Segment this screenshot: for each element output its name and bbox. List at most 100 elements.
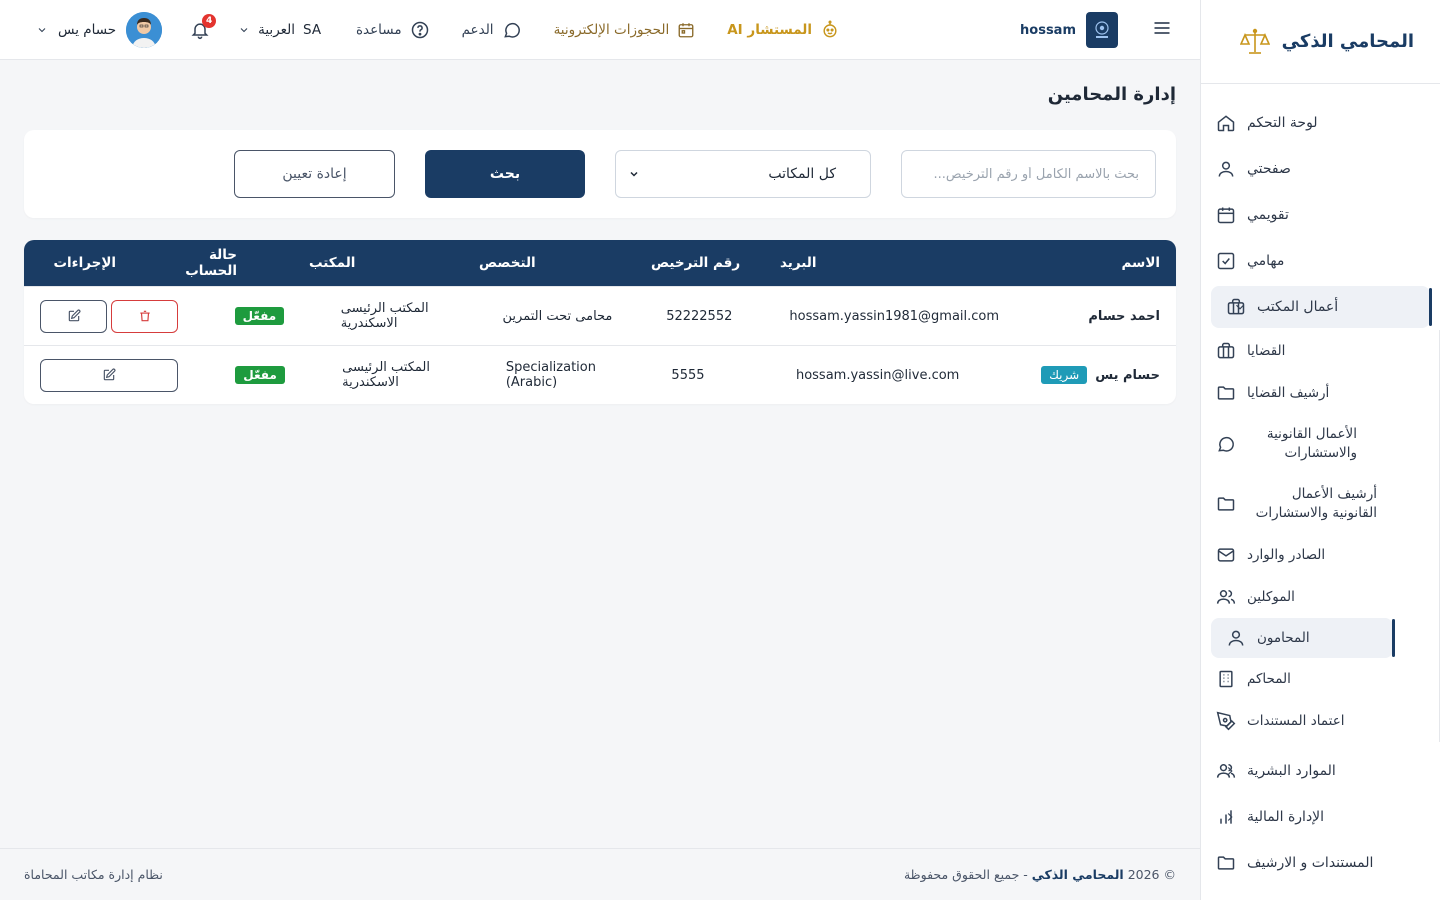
- sidebar-item-cases-archive[interactable]: أرشيف القضايا: [1201, 372, 1409, 414]
- search-button[interactable]: بحث: [425, 150, 585, 198]
- notification-badge: 4: [202, 14, 217, 28]
- column-header-license: رقم الترخيص: [651, 255, 741, 271]
- sidebar-brand[interactable]: المحامي الذكي: [1201, 0, 1440, 84]
- cell-license: 52222552: [666, 308, 733, 324]
- sidebar-brand-name: المحامي الذكي: [1281, 31, 1414, 52]
- sidebar-item-label: أعمال المكتب: [1257, 299, 1339, 315]
- chevron-down-icon: [1233, 300, 1247, 314]
- sidebar-item-label: لوحة التحكم: [1247, 115, 1318, 131]
- office-brand[interactable]: hossam: [1020, 12, 1118, 48]
- copyright-prefix: © 2026: [1127, 867, 1176, 882]
- trash-icon: [138, 309, 152, 323]
- robot-icon: [820, 20, 840, 40]
- sidebar-item-label: الموارد البشرية: [1247, 763, 1336, 779]
- sidebar-item-label: الأعمال القانونية والاستشارات: [1266, 426, 1357, 461]
- column-header-email: البريد: [780, 255, 817, 271]
- sidebar-item-documents-archive[interactable]: المستندات و الارشيف: [1201, 840, 1440, 886]
- copyright-suffix: - جميع الحقوق محفوظة: [903, 867, 1028, 882]
- cell-actions: [24, 358, 194, 392]
- briefcase-icon: [1215, 340, 1237, 362]
- footer-system-name: نظام إدارة مكاتب المحاماة: [24, 867, 163, 882]
- cell-specialization: محامى تحت التمرين: [502, 308, 613, 324]
- help-circle-icon: [410, 20, 430, 40]
- edit-button[interactable]: [39, 358, 178, 392]
- sidebar-item-correspondence[interactable]: الصادر والوارد: [1201, 534, 1409, 576]
- sidebar-item-office-work[interactable]: أعمال المكتب: [1211, 286, 1432, 328]
- cell-specialization: Specialization (Arabic): [505, 360, 596, 390]
- main-content: إدارة المحامين كل المكاتب بحث إعادة تعيي…: [0, 60, 1200, 848]
- cell-office: المكتب الرئيسى الاسكندرية: [342, 360, 430, 390]
- header-right-tools: حسام يس 4 SA العربية: [36, 0, 321, 60]
- sidebar-submenu-office-work: القضايا أرشيف القضايا الأعمال القانونية …: [1201, 330, 1440, 742]
- sidebar-item-legal-works[interactable]: الأعمال القانونية والاستشارات: [1201, 414, 1409, 474]
- sidebar-item-calendar[interactable]: تقويمي: [1201, 192, 1440, 238]
- sidebar-item-label: الصادر والوارد: [1247, 547, 1326, 563]
- chevron-down-icon: [238, 24, 250, 36]
- status-badge: مفعّل: [235, 366, 285, 384]
- check-square-icon: [1215, 250, 1237, 272]
- delete-button[interactable]: [111, 299, 178, 333]
- column-header-specialization: التخصص: [479, 255, 536, 271]
- sidebar-item-hr[interactable]: الموارد البشرية: [1201, 748, 1440, 794]
- language-selector[interactable]: SA العربية: [238, 22, 321, 38]
- support-label: الدعم: [461, 22, 494, 38]
- mail-icon: [1215, 544, 1237, 566]
- office-logo-icon: [1086, 12, 1118, 48]
- cell-office: المكتب الرئيسى الاسكندرية: [340, 301, 429, 331]
- ai-advisor-link[interactable]: المستشار AI: [727, 20, 840, 40]
- user-menu[interactable]: حسام يس: [36, 12, 163, 48]
- lawyer-name: حسام يس: [1095, 367, 1160, 383]
- sidebar-item-label: المحامون: [1257, 630, 1310, 646]
- sidebar-item-label: صفحتي: [1247, 161, 1291, 177]
- home-icon: [1215, 112, 1237, 134]
- column-header-office: المكتب: [309, 255, 356, 271]
- partner-badge: شريك: [1041, 366, 1088, 384]
- chevron-down-icon: [36, 24, 48, 36]
- user-icon: [1225, 627, 1247, 649]
- sidebar-item-cases[interactable]: القضايا: [1201, 330, 1409, 372]
- office-select[interactable]: كل المكاتب: [615, 150, 871, 198]
- sidebar-item-lawyers[interactable]: المحامون: [1211, 618, 1395, 658]
- avatar: [126, 12, 163, 48]
- language-code: SA: [303, 22, 322, 38]
- lawyer-name: احمد حسام: [1088, 308, 1160, 324]
- table-row: حسام يس شريك hossam.yassin@live.com 5555…: [24, 345, 1176, 404]
- sidebar-item-clients[interactable]: الموكلين: [1201, 576, 1409, 618]
- sidebar-item-finance[interactable]: الإدارة المالية: [1201, 794, 1440, 840]
- sidebar-item-courts[interactable]: المحاكم: [1201, 658, 1409, 700]
- cell-status: مفعّل: [194, 307, 325, 325]
- lawyers-table: الاسم البريد رقم الترخيص التخصص المكتب ح…: [24, 240, 1176, 404]
- cell-name: حسام يس شريك: [993, 366, 1176, 384]
- footer-copyright: © 2026 المحامي الذكي - جميع الحقوق محفوظ…: [904, 867, 1176, 882]
- menu-icon[interactable]: [1152, 18, 1172, 38]
- chevron-down-icon: [628, 168, 640, 180]
- search-input[interactable]: [901, 150, 1156, 198]
- sidebar-item-legal-works-archive[interactable]: أرشيف الأعمال القانونية والاستشارات: [1201, 474, 1409, 534]
- sidebar-item-document-approval[interactable]: اعتماد المستندات: [1201, 700, 1409, 742]
- sidebar-item-label: اعتماد المستندات: [1247, 713, 1345, 729]
- cell-email: hossam.yassin1981@gmail.com: [789, 308, 1000, 324]
- sidebar-item-tasks[interactable]: مهامي: [1201, 238, 1440, 284]
- sidebar-item-profile[interactable]: صفحتي: [1201, 146, 1440, 192]
- sidebar-item-dashboard[interactable]: لوحة التحكم: [1201, 100, 1440, 146]
- help-link[interactable]: مساعدة: [356, 20, 430, 40]
- help-label: مساعدة: [355, 22, 402, 38]
- edit-button[interactable]: [40, 299, 107, 333]
- sidebar-nav: لوحة التحكم صفحتي تقويمي مهامي أعمال الم…: [1201, 84, 1440, 886]
- sidebar-item-label: أرشيف الأعمال القانونية والاستشارات: [1255, 486, 1377, 521]
- copyright-brand: المحامي الذكي: [1031, 867, 1124, 882]
- reset-button[interactable]: إعادة تعيين: [234, 150, 395, 198]
- bookings-link[interactable]: الحجوزات الإلكترونية: [554, 21, 696, 39]
- cell-email: hossam.yassin@live.com: [795, 367, 960, 383]
- filter-card: كل المكاتب بحث إعادة تعيين: [24, 130, 1176, 218]
- sidebar-item-label: مهامي: [1247, 253, 1285, 269]
- sidebar-item-label: الموكلين: [1247, 589, 1295, 605]
- user-icon: [1215, 158, 1237, 180]
- footer: © 2026 المحامي الذكي - جميع الحقوق محفوظ…: [0, 848, 1200, 900]
- office-select-value: كل المكاتب: [768, 166, 836, 182]
- scales-logo-icon: [1239, 28, 1270, 56]
- edit-icon: [102, 368, 116, 382]
- notifications-button[interactable]: 4: [190, 14, 217, 40]
- support-link[interactable]: الدعم: [462, 20, 522, 40]
- table-header: الاسم البريد رقم الترخيص التخصص المكتب ح…: [24, 240, 1176, 286]
